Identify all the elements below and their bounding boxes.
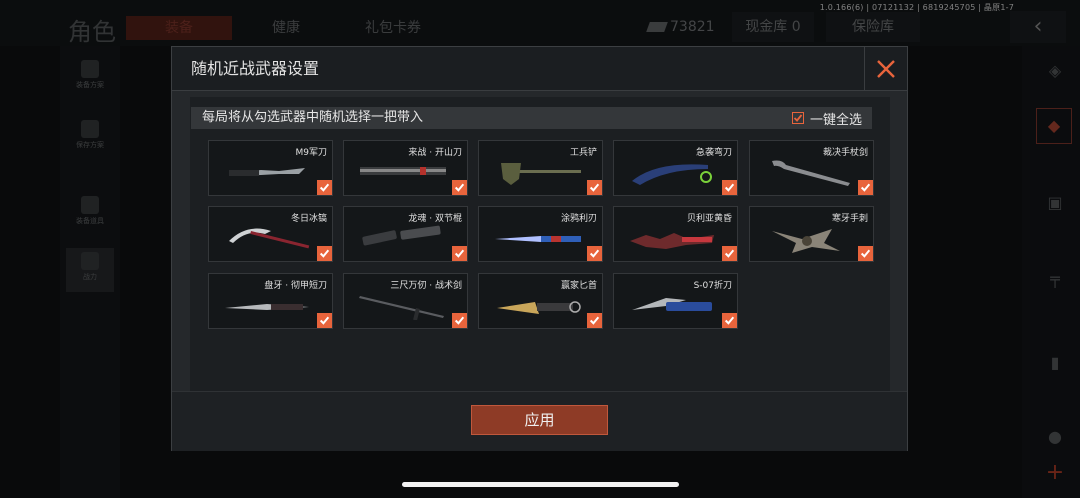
weapon-card[interactable]: 冬日冰镐 <box>208 206 333 262</box>
checkmark-icon <box>724 316 735 325</box>
weapon-card[interactable]: 贝利亚黄昏 <box>613 206 738 262</box>
close-button[interactable] <box>864 47 907 90</box>
checkmark-icon <box>319 249 330 258</box>
modal-footer: 应用 <box>172 391 907 451</box>
checkmark-icon <box>589 249 600 258</box>
ice-axe-icon <box>221 221 313 253</box>
checkmark-icon <box>454 183 465 192</box>
home-indicator[interactable] <box>402 482 679 487</box>
checkmark-icon <box>454 249 465 258</box>
curved-blade-icon <box>626 155 718 187</box>
sword-icon <box>356 288 448 321</box>
modal-header: 随机近战武器设置 <box>172 47 907 91</box>
checkmark-icon <box>860 183 871 192</box>
weapon-card[interactable]: 盘牙 · 彻甲短刀 <box>208 273 333 329</box>
combat-knife-icon <box>221 155 313 187</box>
checkmark-icon <box>454 316 465 325</box>
graffiti-knife-icon <box>491 221 583 253</box>
weapon-card[interactable]: 龙魂 · 双节棍 <box>343 206 468 262</box>
weapon-checkbox[interactable] <box>587 246 602 261</box>
nunchaku-icon <box>356 221 448 253</box>
weapon-card[interactable]: M9军刀 <box>208 140 333 196</box>
checkmark-icon <box>319 316 330 325</box>
instruction-text: 每局将从勾选武器中随机选择一把带入 <box>202 110 424 125</box>
select-all-checkbox[interactable] <box>791 112 804 124</box>
weapon-card[interactable]: 裁决手杖剑 <box>749 140 874 196</box>
winner-dagger-icon <box>491 288 583 320</box>
weapon-checkbox[interactable] <box>587 313 602 328</box>
checkmark-icon <box>724 183 735 192</box>
claw-icon <box>762 221 854 253</box>
select-all-toggle[interactable]: 一键全选 <box>791 107 862 129</box>
weapon-card[interactable]: 赢家匕首 <box>478 273 603 329</box>
weapon-card[interactable]: 工兵铲 <box>478 140 603 196</box>
select-all-label: 一键全选 <box>809 112 862 128</box>
random-melee-modal: 随机近战武器设置 每局将从勾选武器中随机选择一把带入 一键全选 M9军刀 来战 ·… <box>171 46 908 451</box>
weapon-card[interactable]: 寒牙手刺 <box>749 206 874 262</box>
folding-knife-icon <box>626 288 718 320</box>
weapon-card[interactable]: 来战 · 开山刀 <box>343 140 468 196</box>
weapon-card[interactable]: 涂鸦利刃 <box>478 206 603 262</box>
checkmark-icon <box>724 249 735 258</box>
cane-sword-icon <box>762 155 854 187</box>
weapon-card[interactable]: 三尺万仞 · 战术剑 <box>343 273 468 329</box>
close-icon <box>877 59 895 78</box>
machete-icon <box>356 155 448 187</box>
weapon-checkbox[interactable] <box>858 246 873 261</box>
weapon-checkbox[interactable] <box>317 180 332 195</box>
weapon-card[interactable]: 急袭弯刀 <box>613 140 738 196</box>
apply-button[interactable]: 应用 <box>471 405 608 435</box>
shovel-icon <box>491 155 583 187</box>
weapon-checkbox[interactable] <box>452 246 467 261</box>
weapon-checkbox[interactable] <box>587 180 602 195</box>
checkmark-icon <box>589 183 600 192</box>
checkmark-icon <box>589 316 600 325</box>
weapon-checkbox[interactable] <box>452 180 467 195</box>
weapon-checkbox[interactable] <box>722 180 737 195</box>
checkmark-icon <box>793 114 803 122</box>
weapon-checkbox[interactable] <box>317 313 332 328</box>
jagged-blade-icon <box>626 221 718 253</box>
modal-title: 随机近战武器设置 <box>191 59 320 78</box>
weapon-checkbox[interactable] <box>722 246 737 261</box>
instruction-bar: 每局将从勾选武器中随机选择一把带入 一键全选 <box>191 107 872 129</box>
weapon-checkbox[interactable] <box>722 313 737 328</box>
weapon-checkbox[interactable] <box>452 313 467 328</box>
checkmark-icon <box>860 249 871 258</box>
weapon-checkbox[interactable] <box>317 246 332 261</box>
weapon-checkbox[interactable] <box>858 180 873 195</box>
weapon-card[interactable]: S-07折刀 <box>613 273 738 329</box>
dagger-icon <box>221 288 313 320</box>
checkmark-icon <box>319 183 330 192</box>
